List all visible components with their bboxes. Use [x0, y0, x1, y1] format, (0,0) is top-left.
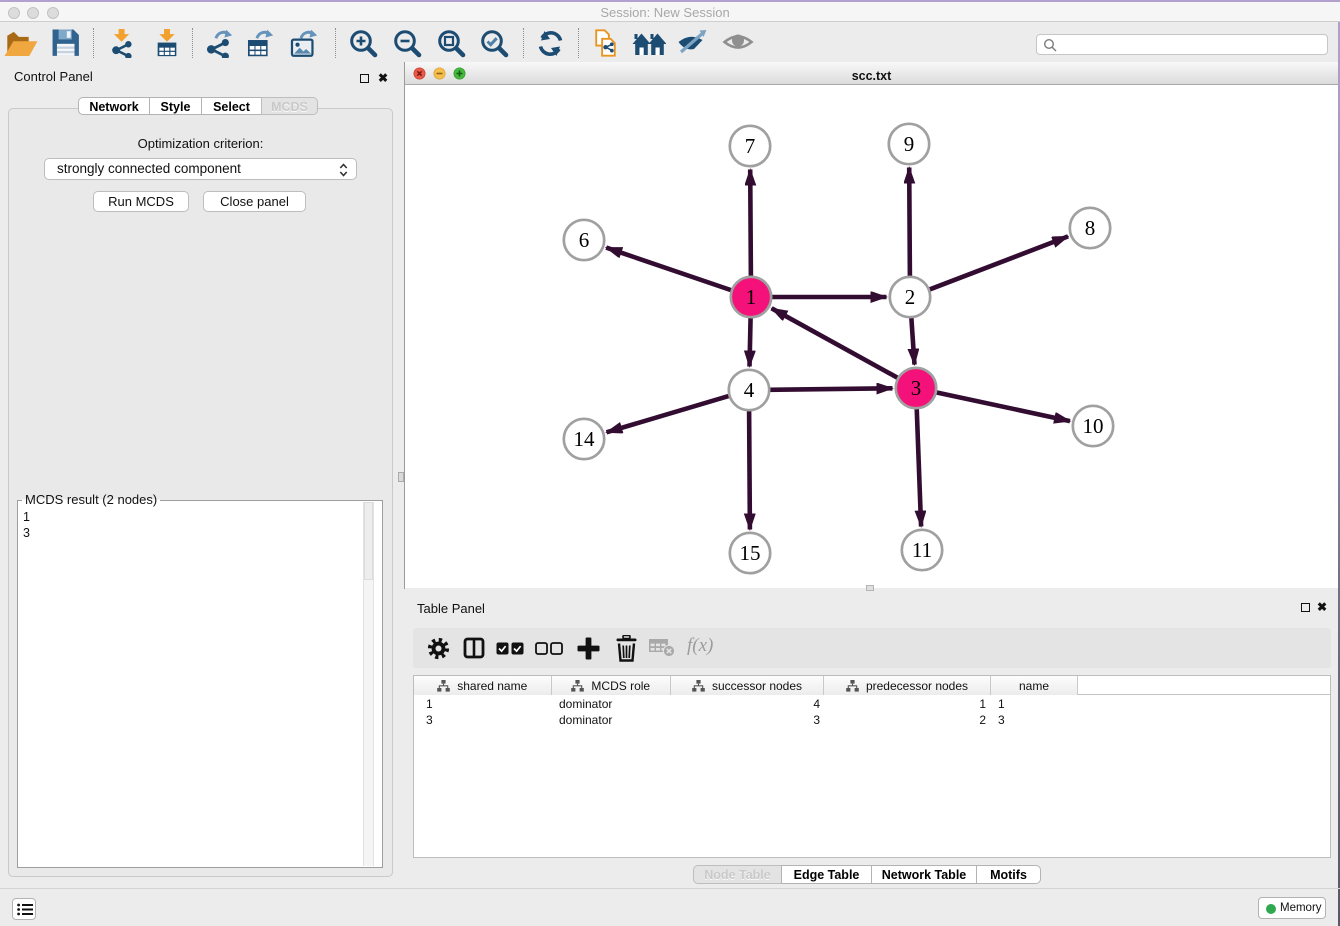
svg-text:1: 1: [746, 285, 757, 309]
svg-text:4: 4: [744, 378, 755, 402]
svg-text:6: 6: [579, 228, 590, 252]
svg-text:9: 9: [904, 132, 915, 156]
svg-text:15: 15: [740, 541, 761, 565]
svg-text:7: 7: [745, 134, 756, 158]
svg-text:8: 8: [1085, 216, 1096, 240]
svg-text:11: 11: [912, 538, 932, 562]
svg-text:10: 10: [1083, 414, 1104, 438]
svg-text:3: 3: [911, 376, 922, 400]
svg-text:2: 2: [905, 285, 916, 309]
svg-text:14: 14: [574, 427, 596, 451]
